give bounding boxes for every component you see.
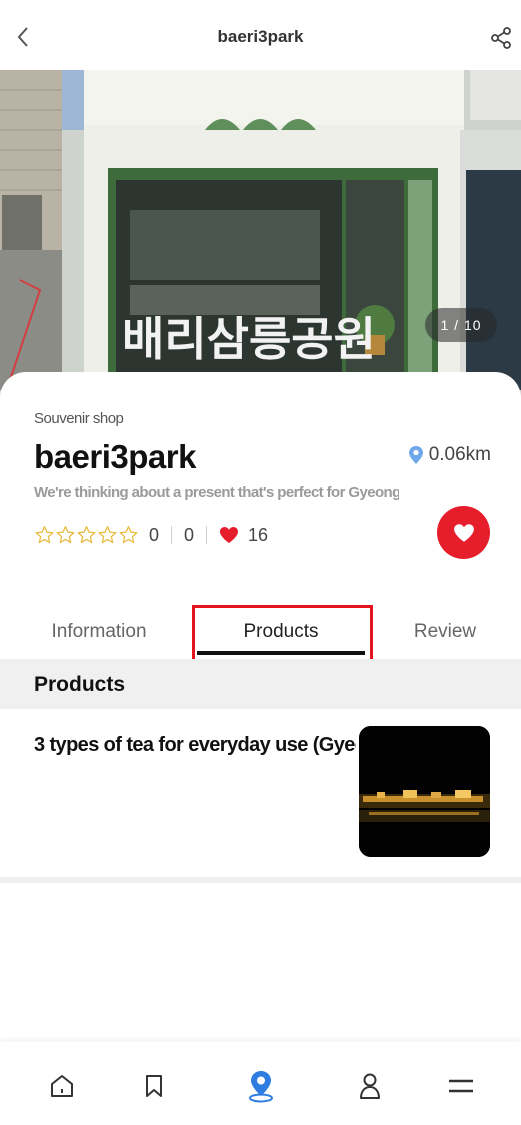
stat-divider [171,526,173,544]
place-name: baeri3park [34,438,196,475]
tab-information[interactable]: Information [24,605,174,659]
storefront-photo: 배리삼릉공원 [0,70,521,390]
stat-divider [206,526,208,544]
like-count: 16 [248,524,269,545]
heart-icon [453,523,474,542]
location-pin-icon [249,1071,273,1103]
storefront-sign-text: 배리삼릉공원 [122,312,376,366]
share-icon [491,27,511,49]
distance-value: 0.06km [428,444,491,465]
star-icon [77,526,96,544]
rating-stars [34,525,139,545]
heart-icon [220,527,239,543]
location-pin-icon [408,446,423,464]
product-thumbnail [359,726,490,857]
share-button[interactable] [487,24,515,52]
section-divider [0,877,521,883]
top-bar: baeri3park [0,0,521,70]
nav-bookmark[interactable] [134,1066,174,1106]
nav-map[interactable] [241,1066,281,1106]
products-section-header: Products [0,659,521,709]
bottom-navigation [0,1042,521,1125]
page-title: baeri3park [217,27,304,46]
bookmark-icon [146,1075,162,1097]
nav-profile[interactable] [350,1066,390,1106]
star-icon [35,526,54,544]
star-icon [56,526,75,544]
place-stats: 0 0 16 [34,522,268,548]
nav-home[interactable] [42,1066,82,1106]
place-category: Souvenir shop [34,410,124,427]
place-description: We're thinking about a present that's pe… [34,484,399,501]
menu-icon [449,1079,473,1093]
product-image [359,726,490,857]
section-title: Products [34,673,126,696]
user-icon [360,1073,380,1099]
product-name: 3 types of tea for everyday use (Gyeongj… [34,734,356,756]
product-item[interactable]: 3 types of tea for everyday use (Gyeongj… [0,709,521,879]
rating-value: 0 [149,524,160,545]
like-button[interactable] [437,506,490,559]
nav-menu[interactable] [441,1066,481,1106]
star-icon [98,526,117,544]
tab-review[interactable]: Review [370,605,520,659]
home-icon [51,1075,73,1097]
star-icon [119,526,138,544]
distance-indicator: 0.06km [408,444,491,466]
hero-image-carousel[interactable]: 배리삼릉공원 1 / 10 [0,70,521,390]
image-counter: 1 / 10 [425,308,497,342]
review-count: 0 [184,524,195,545]
